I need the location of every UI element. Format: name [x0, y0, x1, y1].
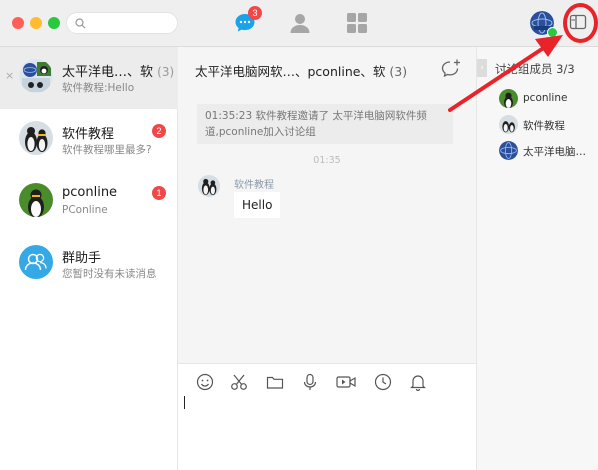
annotation-arrow	[448, 35, 563, 112]
